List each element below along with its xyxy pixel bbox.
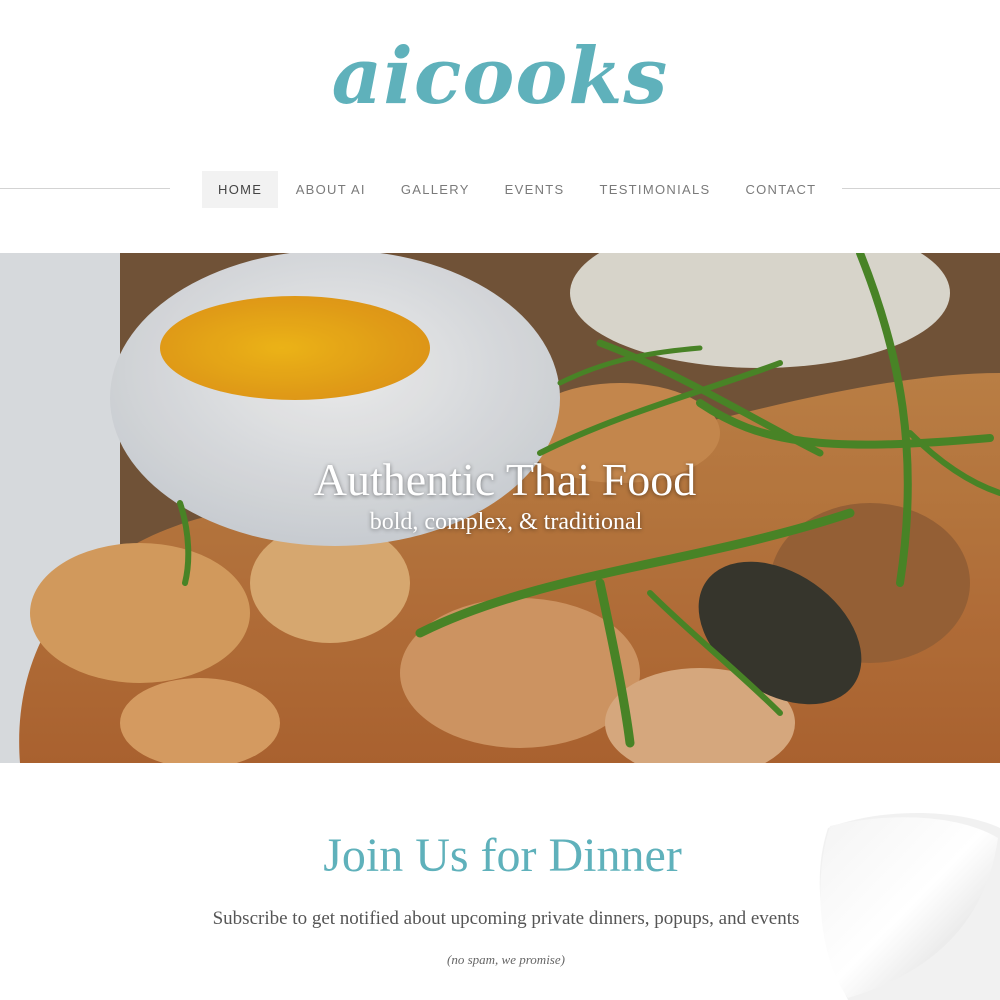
hero-food-image: [0, 253, 1000, 763]
hero-title: Authentic Thai Food: [313, 454, 697, 505]
nav-item-about-ai[interactable]: ABOUT AI: [278, 171, 383, 208]
nav-item-events[interactable]: EVENTS: [487, 171, 582, 208]
nav-divider-right: [842, 188, 1000, 189]
nav-divider-left: [0, 188, 170, 189]
nav-item-contact[interactable]: CONTACT: [728, 171, 834, 208]
page-curl-icon[interactable]: [808, 808, 1000, 1000]
hero-subtitle: bold, complex, & traditional: [369, 509, 643, 535]
nav-item-gallery[interactable]: GALLERY: [383, 171, 487, 208]
nav-item-testimonials[interactable]: TESTIMONIALS: [582, 171, 728, 208]
site-logo[interactable]: aicooks: [0, 22, 1000, 132]
hero-banner: Authentic Thai Food bold, complex, & tra…: [0, 253, 1000, 763]
nav-item-home[interactable]: HOME: [202, 171, 279, 208]
main-nav: HOME ABOUT AI GALLERY EVENTS TESTIMONIAL…: [202, 171, 834, 208]
